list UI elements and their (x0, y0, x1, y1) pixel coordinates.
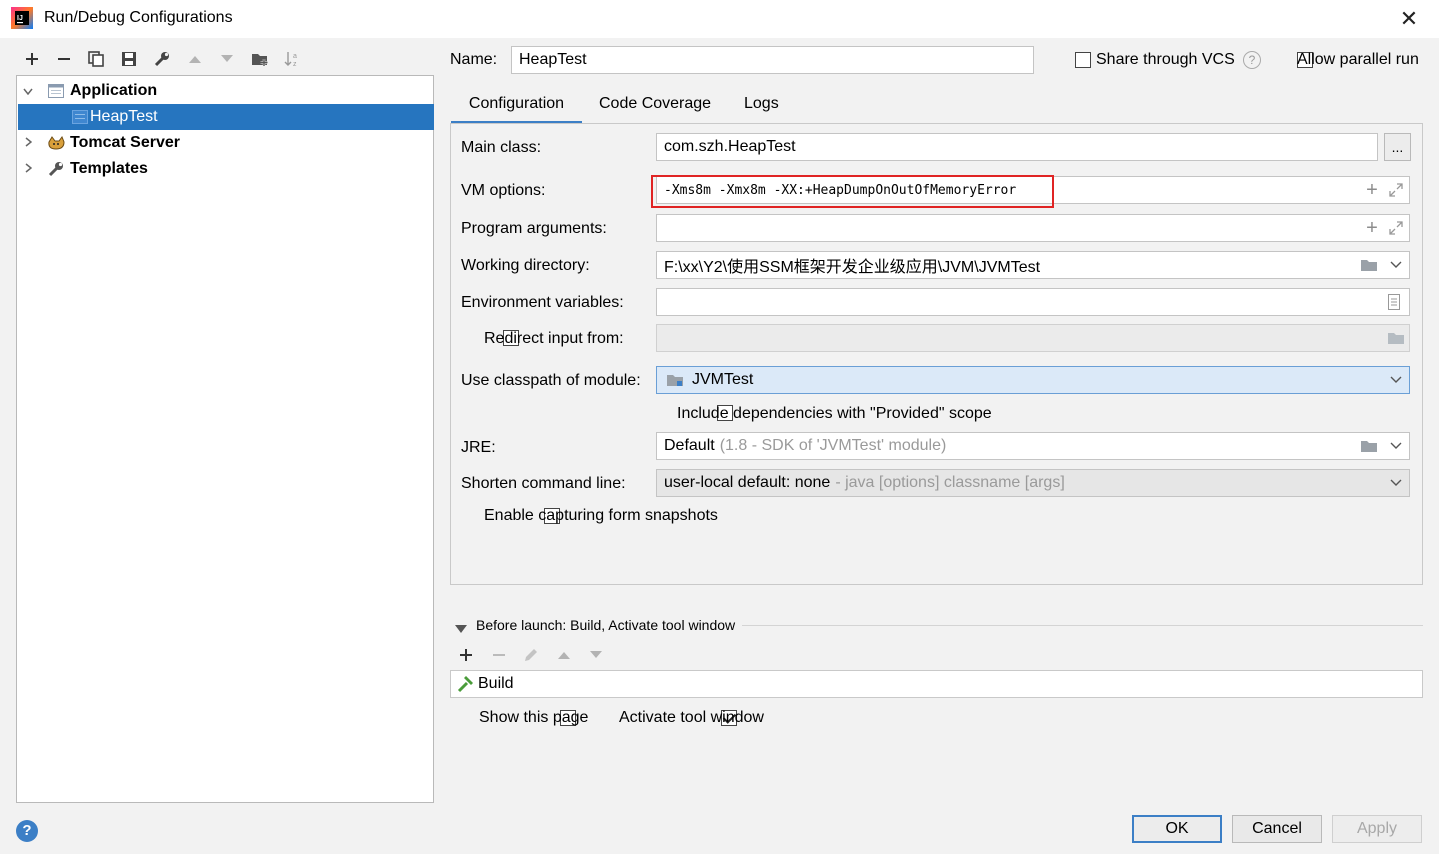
add-icon[interactable] (454, 643, 478, 667)
application-icon (44, 84, 68, 98)
name-input[interactable]: HeapTest (511, 46, 1034, 74)
show-page-label: Show this page (479, 709, 589, 726)
env-vars-label: Environment variables: (461, 294, 624, 311)
add-icon[interactable]: + (1363, 215, 1381, 241)
close-icon[interactable]: ✕ (1396, 6, 1422, 32)
highlight-box (651, 175, 1054, 208)
move-up-icon[interactable] (552, 643, 576, 667)
redirect-input-label: Redirect input from: (484, 330, 624, 347)
tree-item-application[interactable]: Application (18, 78, 434, 104)
main-class-input[interactable]: com.szh.HeapTest (656, 133, 1378, 161)
svg-text:a: a (293, 53, 297, 60)
classpath-module-value: JVMTest (692, 371, 754, 388)
jre-value: Default (664, 437, 715, 454)
chevron-down-icon[interactable] (1387, 367, 1405, 393)
svg-text:z: z (293, 61, 297, 68)
wrench-icon (44, 161, 68, 177)
folder-icon[interactable] (1357, 252, 1381, 278)
intellij-idea-icon: IJ (11, 7, 33, 29)
include-deps-label: Include dependencies with "Provided" sco… (677, 405, 992, 422)
share-vcs-checkbox[interactable] (1075, 52, 1091, 68)
capture-snapshots-label: Enable capturing form snapshots (484, 507, 718, 524)
tree-item-label: Templates (70, 160, 148, 177)
chevron-down-icon[interactable] (1387, 252, 1405, 278)
save-icon[interactable] (117, 47, 141, 71)
shorten-cmd-label: Shorten command line: (461, 475, 626, 492)
allow-parallel-label: Allow parallel run (1297, 51, 1419, 68)
tab-configuration[interactable]: Configuration (451, 88, 582, 124)
activate-tool-window-label: Activate tool window (619, 709, 764, 726)
help-icon[interactable]: ? (16, 820, 38, 842)
jre-label: JRE: (461, 439, 496, 456)
tree-item-label: Application (70, 82, 158, 99)
tree-item-tomcat-server[interactable]: Tomcat Server (18, 130, 434, 156)
share-vcs-label: Share through VCS (1096, 51, 1235, 68)
build-task[interactable]: Build (478, 675, 514, 693)
collapse-triangle-icon[interactable] (455, 620, 467, 638)
vm-options-label: VM options: (461, 182, 546, 199)
working-dir-input[interactable]: F:\xx\Y2\使用SSM框架开发企业级应用\JVM\JVMTest (656, 251, 1410, 279)
shorten-cmd-select[interactable]: user-local default: none - java [options… (656, 469, 1410, 497)
name-label: Name: (450, 51, 498, 68)
env-vars-input[interactable] (656, 288, 1410, 316)
remove-icon[interactable] (487, 643, 511, 667)
redirect-input-field (656, 324, 1410, 352)
tab-code-coverage[interactable]: Code Coverage (599, 88, 711, 124)
add-icon[interactable] (20, 47, 44, 71)
before-launch-title: Before launch: Build, Activate tool wind… (476, 617, 736, 633)
main-class-label: Main class: (461, 139, 542, 156)
remove-icon[interactable] (52, 47, 76, 71)
tree-item-templates[interactable]: Templates (18, 156, 434, 182)
program-args-input[interactable]: + (656, 214, 1410, 242)
wrench-icon[interactable] (150, 47, 174, 71)
module-folder-icon (666, 373, 686, 387)
tree-item-label: HeapTest (90, 108, 158, 125)
configuration-tree: Application HeapTest Tomcat Server Templ… (16, 75, 434, 803)
hammer-icon (454, 675, 476, 693)
working-dir-value: F:\xx\Y2\使用SSM框架开发企业级应用\JVM\JVMTest (664, 259, 1041, 276)
chevron-down-icon[interactable] (1387, 470, 1405, 496)
browse-main-class-button[interactable]: ... (1384, 133, 1411, 161)
tab-logs[interactable]: Logs (744, 88, 779, 124)
jre-select[interactable]: Default (1.8 - SDK of 'JVMTest' module) (656, 432, 1410, 460)
folder-icon (1385, 325, 1407, 351)
chevron-down-icon[interactable] (1387, 433, 1405, 459)
jre-hint: (1.8 - SDK of 'JVMTest' module) (719, 437, 947, 454)
tree-item-heaptest[interactable]: HeapTest (18, 104, 434, 130)
help-icon[interactable]: ? (1243, 51, 1261, 69)
chevron-right-icon[interactable] (18, 136, 38, 150)
program-args-label: Program arguments: (461, 220, 607, 237)
move-down-icon[interactable] (215, 47, 239, 71)
svg-text:IJ: IJ (17, 15, 23, 22)
expand-icon[interactable] (1387, 215, 1405, 241)
chevron-down-icon[interactable] (18, 84, 38, 98)
add-icon[interactable]: + (1363, 177, 1381, 203)
classpath-module-label: Use classpath of module: (461, 372, 641, 389)
copy-icon[interactable] (84, 47, 108, 71)
apply-button[interactable]: Apply (1332, 815, 1422, 843)
chevron-right-icon[interactable] (18, 162, 38, 176)
edit-icon[interactable] (519, 643, 543, 667)
move-down-icon[interactable] (584, 643, 608, 667)
document-icon[interactable] (1385, 289, 1403, 315)
section-divider (742, 625, 1423, 626)
sort-icon[interactable]: az (280, 47, 304, 71)
shorten-cmd-hint: - java [options] classname [args] (835, 474, 1065, 491)
window-title: Run/Debug Configurations (44, 9, 233, 26)
ok-button[interactable]: OK (1132, 815, 1222, 843)
run-config-icon (68, 110, 92, 124)
folder-icon[interactable] (1357, 433, 1381, 459)
tomcat-icon (44, 136, 68, 150)
expand-icon[interactable] (1387, 177, 1405, 203)
working-dir-label: Working directory: (461, 257, 590, 274)
cancel-button[interactable]: Cancel (1232, 815, 1322, 843)
classpath-module-select[interactable]: JVMTest (656, 366, 1410, 394)
new-folder-icon[interactable] (248, 47, 272, 71)
shorten-cmd-value: user-local default: none (664, 474, 831, 491)
move-up-icon[interactable] (183, 47, 207, 71)
tree-item-label: Tomcat Server (70, 134, 180, 151)
before-launch-task-list: Build (450, 670, 1423, 698)
